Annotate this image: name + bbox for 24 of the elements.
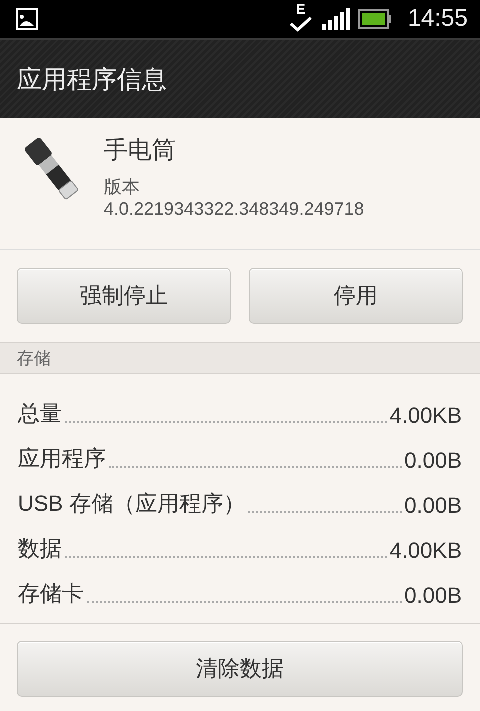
- section-title: 存储: [17, 348, 51, 370]
- storage-value: 0.00B: [404, 583, 462, 609]
- version-label: 版本: [104, 176, 141, 198]
- storage-label: 存储卡: [18, 580, 84, 608]
- clear-data-button[interactable]: 清除数据: [17, 641, 463, 697]
- check-icon: [288, 16, 313, 32]
- storage-value: 0.00B: [404, 493, 462, 519]
- storage-value: 4.00KB: [390, 538, 462, 564]
- storage-label: 总量: [18, 400, 62, 428]
- signal-icon: [322, 8, 350, 30]
- storage-value: 4.00KB: [390, 403, 462, 429]
- network-type: E: [296, 2, 306, 16]
- storage-label: USB 存储（应用程序）: [18, 490, 246, 518]
- action-button[interactable]: 强制停止: [17, 268, 231, 324]
- storage-label: 应用程序: [18, 445, 106, 473]
- action-button[interactable]: 停用: [249, 268, 463, 324]
- screen-title: 应用程序信息: [17, 64, 167, 96]
- picture-notification-icon: [16, 8, 38, 30]
- storage-value: 0.00B: [404, 448, 462, 474]
- version-number: 4.0.2219343322.348349.249718: [104, 198, 364, 220]
- clock-time: 14:55: [408, 5, 468, 33]
- battery-icon: [358, 9, 392, 29]
- storage-label: 数据: [18, 535, 62, 563]
- app-name: 手电筒: [104, 135, 177, 166]
